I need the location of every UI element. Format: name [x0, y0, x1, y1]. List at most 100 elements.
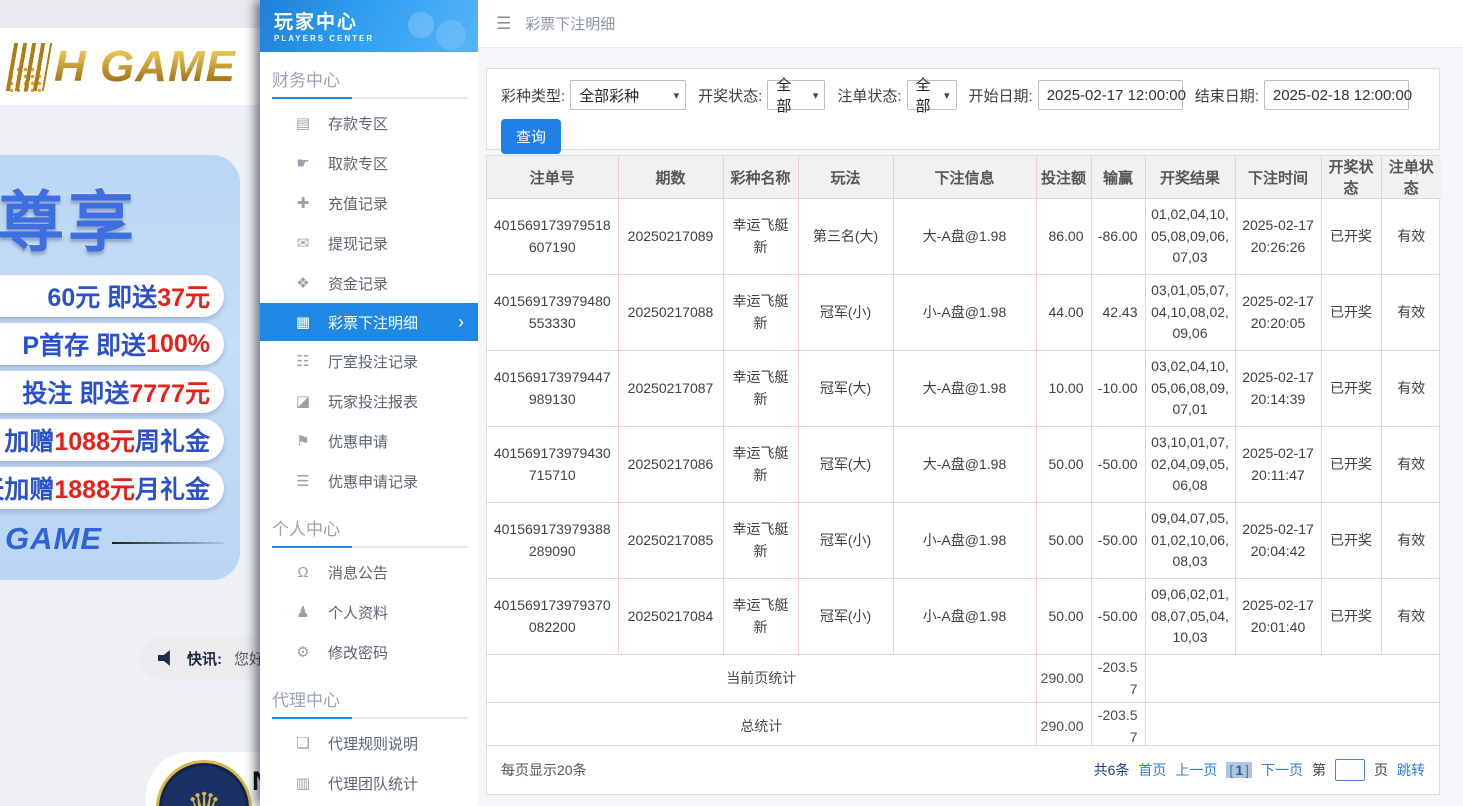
table-cell: 20250217088	[618, 275, 723, 351]
hall-bet-record-icon: ☷	[294, 352, 312, 370]
draw-status-value: 全部	[776, 74, 804, 116]
table-cell: -50.00	[1091, 427, 1145, 503]
table-cell: 第三名(大)	[798, 199, 893, 275]
lottery-type-label: 彩种类型:	[501, 85, 565, 106]
chevron-right-icon: ›	[458, 313, 464, 331]
player-bet-report-icon: ◪	[294, 392, 312, 410]
speaker-icon	[158, 650, 175, 667]
promo-pill: 60元 即送37元	[0, 275, 224, 317]
table-cell: 小-A盘@1.98	[893, 579, 1036, 655]
bet-detail-table-card: 注单号期数彩种名称玩法下注信息投注额输赢开奖结果下注时间开奖状态注单状态4015…	[486, 155, 1440, 752]
table-cell: 冠军(小)	[798, 579, 893, 655]
table-cell: 有效	[1381, 351, 1441, 427]
column-header: 开奖结果	[1145, 156, 1235, 199]
column-header: 注单状态	[1381, 156, 1441, 199]
agent-rules-doc-icon: ❏	[294, 734, 312, 752]
sidebar-item[interactable]: ◪玩家投注报表	[260, 381, 478, 421]
promo-text-segment: 投注 即送	[22, 374, 129, 410]
promo-pill: 天加赠1888元月礼金	[0, 467, 224, 509]
background-top-strip	[0, 0, 262, 28]
promo-text-segment: 37元	[157, 278, 210, 314]
table-cell: 有效	[1381, 199, 1441, 275]
sidebar-item-label: 提现记录	[328, 233, 388, 254]
sidebar-item[interactable]: ⚙修改密码	[260, 632, 478, 672]
table-cell: 03,01,05,07,04,10,08,02,09,06	[1145, 275, 1235, 351]
agent-team-icon: ▥	[294, 774, 312, 792]
pagination-bar: 每页显示20条 共6条 首页 上一页 [1] 下一页 第 页 跳转	[486, 745, 1440, 795]
promo-text-segment: 1088元	[54, 422, 135, 458]
page-jump-prefix: 第	[1312, 760, 1326, 780]
promo-pill: 加赠1088元周礼金	[0, 419, 224, 461]
sidebar-item[interactable]: ❏ 代理规则说明	[260, 723, 478, 763]
summary-row: 总统计290.00-203.57	[487, 703, 1441, 751]
prev-page-link[interactable]: 上一页	[1175, 760, 1217, 780]
table-cell: 86.00	[1036, 199, 1091, 275]
sidebar-item[interactable]: ❖资金记录	[260, 263, 478, 303]
lottery-type-select[interactable]: 全部彩种 ▾	[570, 80, 686, 110]
sidebar-item[interactable]: ▤存款专区	[260, 103, 478, 143]
player-center-sidebar: 玩家中心 PLAYERS CENTER 财务中心▤存款专区☛取款专区✚充值记录✉…	[260, 0, 478, 806]
promo-text-segment: 天加赠	[0, 470, 54, 506]
table-cell: 幸运飞艇新	[723, 579, 798, 655]
draw-status-select[interactable]: 全部 ▾	[767, 80, 825, 110]
table-cell: 401569173979518607190	[487, 199, 618, 275]
table-cell: 42.43	[1091, 275, 1145, 351]
column-header: 下注时间	[1235, 156, 1321, 199]
sidebar-item[interactable]: ⚑优惠申请	[260, 421, 478, 461]
query-button[interactable]: 查询	[501, 119, 561, 154]
order-status-value: 全部	[916, 74, 936, 116]
table-cell: 2025-02-17 20:26:26	[1235, 199, 1321, 275]
page-title: 彩票下注明细	[525, 13, 615, 34]
table-cell: 2025-02-17 20:01:40	[1235, 579, 1321, 655]
promo-text-segment: 1888元	[54, 470, 135, 506]
table-cell: 50.00	[1036, 427, 1091, 503]
table-cell: 03,10,01,07,02,04,09,05,06,08	[1145, 427, 1235, 503]
summary-empty-cell	[1145, 703, 1441, 751]
sidebar-item[interactable]: Ω消息公告	[260, 552, 478, 592]
password-gear-icon: ⚙	[294, 643, 312, 661]
column-header: 彩种名称	[723, 156, 798, 199]
jump-page-input[interactable]	[1335, 759, 1365, 781]
pagination-controls: 共6条 首页 上一页 [1] 下一页 第 页 跳转	[1094, 759, 1425, 781]
table-cell: 10.00	[1036, 351, 1091, 427]
total-count-text: 共6条	[1094, 760, 1130, 780]
table-cell: 已开奖	[1321, 275, 1381, 351]
filter-panel: 彩种类型: 全部彩种 ▾ 开奖状态: 全部 ▾ 注单状态: 全部 ▾ 开始日期:…	[486, 68, 1440, 150]
sidebar-item[interactable]: ✚充值记录	[260, 183, 478, 223]
jump-link[interactable]: 跳转	[1397, 760, 1425, 780]
hamburger-menu-icon[interactable]: ☰	[496, 14, 511, 34]
table-cell: 小-A盘@1.98	[893, 275, 1036, 351]
table-cell: 2025-02-17 20:20:05	[1235, 275, 1321, 351]
table-cell: 20250217086	[618, 427, 723, 503]
sidebar-item-label: 取款专区	[328, 153, 388, 174]
sidebar-item[interactable]: ▥代理团队统计	[260, 763, 478, 803]
table-cell: 有效	[1381, 579, 1441, 655]
chevron-down-icon: ▾	[805, 89, 819, 102]
sidebar-item[interactable]: ▦彩票下注明细›	[260, 303, 478, 341]
table-cell: -86.00	[1091, 199, 1145, 275]
table-row: 40156917397938828909020250217085幸运飞艇新冠军(…	[487, 503, 1441, 579]
crest-logo-icon: ♛	[156, 760, 252, 806]
first-page-link[interactable]: 首页	[1138, 760, 1166, 780]
sidebar-item[interactable]: ♟个人资料	[260, 592, 478, 632]
table-row: 40156917397943071571020250217086幸运飞艇新冠军(…	[487, 427, 1441, 503]
sidebar-item[interactable]: ☰优惠申请记录	[260, 461, 478, 501]
table-cell: 冠军(小)	[798, 503, 893, 579]
sidebar-item[interactable]: ✉提现记录	[260, 223, 478, 263]
sidebar-item[interactable]: ☷厅室投注记录	[260, 341, 478, 381]
sidebar-item[interactable]: ☛取款专区	[260, 143, 478, 183]
next-page-link[interactable]: 下一页	[1261, 760, 1303, 780]
table-cell: 已开奖	[1321, 351, 1381, 427]
table-cell: 44.00	[1036, 275, 1091, 351]
sidebar-item-label: 代理规则说明	[328, 733, 418, 754]
promo-text-segment: 100%	[146, 330, 210, 359]
start-date-input[interactable]: 2025-02-17 12:00:00	[1038, 80, 1183, 110]
end-date-input[interactable]: 2025-02-18 12:00:00	[1264, 80, 1409, 110]
column-header: 投注额	[1036, 156, 1091, 199]
order-status-select[interactable]: 全部 ▾	[907, 80, 957, 110]
start-date-label: 开始日期:	[969, 85, 1033, 106]
chevron-down-icon: ▾	[666, 89, 680, 102]
summary-empty-cell	[1145, 655, 1441, 703]
table-cell: 20250217089	[618, 199, 723, 275]
ticker-label: 快讯:	[187, 648, 222, 669]
